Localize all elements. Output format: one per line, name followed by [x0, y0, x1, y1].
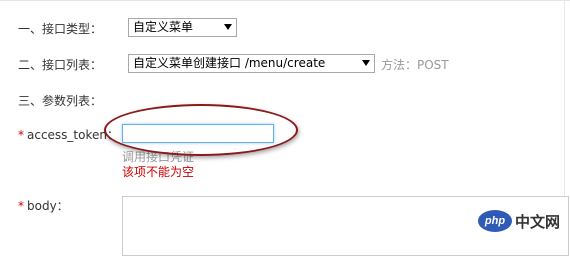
required-mark: * — [18, 128, 24, 142]
access-token-error: 该项不能为空 — [122, 165, 195, 179]
top-divider — [0, 0, 570, 1]
access-token-input[interactable] — [122, 124, 274, 143]
param-list-label: 三、参数列表： — [18, 94, 103, 108]
interface-list-select[interactable]: 自定义菜单创建接口 /menu/create — [128, 54, 375, 73]
php-logo-icon: php — [478, 210, 512, 232]
interface-type-label: 一、接口类型： — [18, 22, 103, 36]
chevron-down-icon — [362, 60, 370, 66]
body-label-text: body： — [27, 199, 69, 213]
chevron-down-icon — [224, 24, 232, 30]
method-label: 方法：POST — [381, 58, 449, 72]
body-label: * body： — [18, 197, 69, 214]
interface-list-select-value: 自定义菜单创建接口 /menu/create — [133, 56, 326, 70]
access-token-label-text: access_token： — [27, 128, 119, 142]
interface-type-select-value: 自定义菜单 — [133, 20, 194, 34]
access-token-label: * access_token： — [18, 126, 119, 143]
php-cn-watermark: php 中文网 — [478, 209, 560, 233]
interface-list-label: 二、接口列表： — [18, 58, 103, 72]
interface-type-select[interactable]: 自定义菜单 — [128, 18, 237, 37]
watermark-text: 中文网 — [515, 213, 561, 231]
required-mark: * — [18, 199, 24, 213]
